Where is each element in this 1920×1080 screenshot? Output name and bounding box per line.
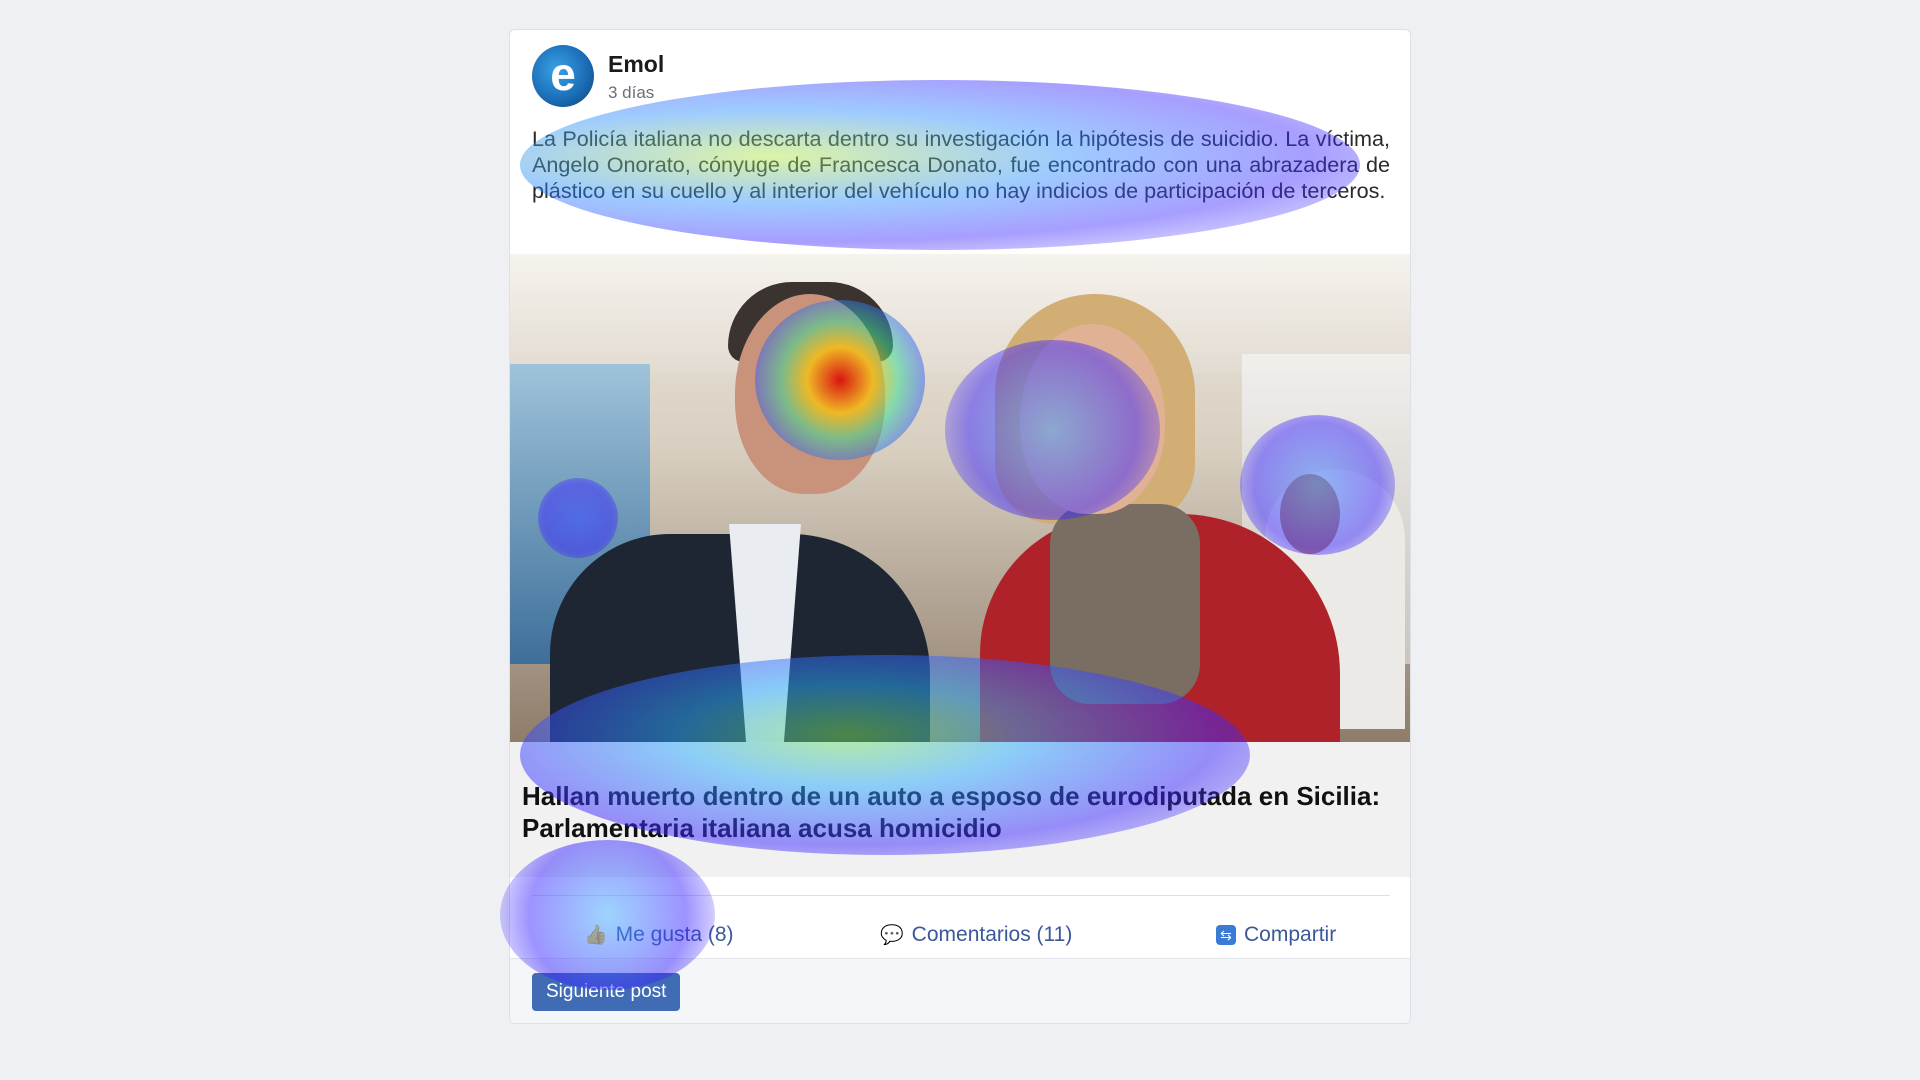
photo-man-face xyxy=(735,294,885,494)
post-actions: 👍 Me gusta (8) 💬 Comentarios (11) ⇆ Comp… xyxy=(510,910,1410,960)
photo-bystander-head xyxy=(1280,474,1340,554)
like-button[interactable]: 👍 Me gusta (8) xyxy=(584,910,734,960)
author-name[interactable]: Emol xyxy=(608,51,664,78)
post-header: e Emol 3 días xyxy=(532,45,1392,107)
link-preview[interactable]: Hallan muerto dentro de un auto a esposo… xyxy=(510,742,1410,877)
photo-woman-scarf xyxy=(1050,504,1200,704)
post-card: e Emol 3 días La Policía italiana no des… xyxy=(509,29,1411,1024)
share-button[interactable]: ⇆ Compartir xyxy=(1216,910,1336,960)
like-label: Me gusta (8) xyxy=(615,923,734,946)
comments-button[interactable]: 💬 Comentarios (11) xyxy=(880,910,1072,960)
thumbs-up-icon: 👍 xyxy=(584,924,608,946)
speech-bubble-icon: 💬 xyxy=(880,924,904,946)
share-icon: ⇆ xyxy=(1216,925,1236,945)
share-label: Compartir xyxy=(1244,923,1337,946)
post-timestamp: 3 días xyxy=(608,83,655,102)
photo-woman-face xyxy=(1020,324,1165,514)
next-post-button[interactable]: Siguiente post xyxy=(532,973,681,1011)
avatar-logo-letter: e xyxy=(550,48,576,100)
actions-divider xyxy=(532,895,1390,896)
post-body-text: La Policía italiana no descarta dentro s… xyxy=(532,126,1390,203)
post-image[interactable] xyxy=(510,254,1410,742)
author-avatar[interactable]: e xyxy=(532,45,594,107)
link-headline[interactable]: Hallan muerto dentro de un auto a esposo… xyxy=(522,780,1382,844)
comments-label: Comentarios (11) xyxy=(911,923,1073,946)
